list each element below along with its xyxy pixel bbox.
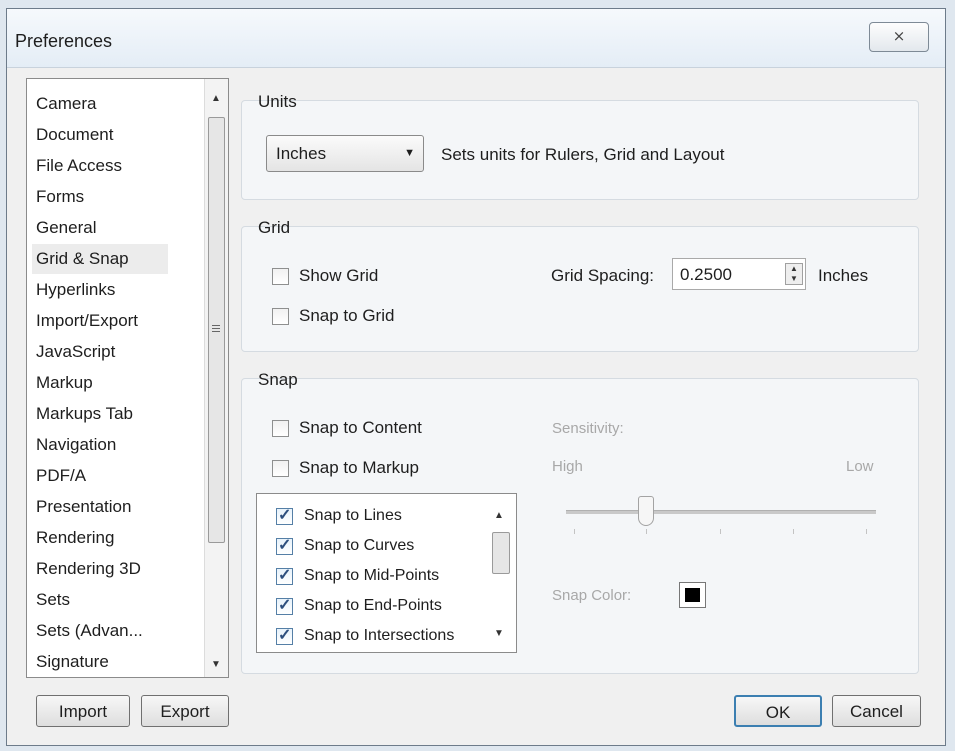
category-list[interactable]: Camera Document File Access Forms Genera…: [26, 78, 229, 678]
category-item-rendering[interactable]: Rendering: [32, 523, 118, 553]
grid-spacing-unit: Inches: [818, 266, 869, 285]
snap-to-markup-label: Snap to Markup: [299, 458, 420, 477]
import-button[interactable]: Import: [36, 695, 130, 727]
slider-tick: [646, 529, 647, 534]
category-item-document[interactable]: Document: [32, 120, 117, 150]
sensitivity-high-label: High: [552, 458, 583, 475]
snap-curves-label: Snap to Curves: [304, 537, 415, 554]
snap-end-points-checkbox[interactable]: ✓: [276, 597, 293, 615]
grid-spacing-spinner[interactable]: ▲ ▼: [785, 263, 803, 285]
snap-end-points-label: Snap to End-Points: [304, 597, 442, 614]
units-dropdown[interactable]: Inches ▼: [266, 135, 424, 172]
scroll-up-icon[interactable]: ▲: [488, 510, 510, 521]
category-item-markups-tab[interactable]: Markups Tab: [32, 399, 137, 429]
snap-lines-label: Snap to Lines: [304, 507, 402, 524]
category-item-forms[interactable]: Forms: [32, 182, 88, 212]
ok-button[interactable]: OK: [734, 695, 822, 727]
grid-spacing-input[interactable]: 0.2500 ▲ ▼: [672, 258, 806, 290]
scroll-down-icon[interactable]: ▼: [205, 659, 227, 670]
category-item-navigation[interactable]: Navigation: [32, 430, 120, 460]
units-selected-value: Inches: [276, 144, 327, 163]
category-item-general[interactable]: General: [32, 213, 100, 243]
export-button[interactable]: Export: [141, 695, 229, 727]
category-item-import-export[interactable]: Import/Export: [32, 306, 142, 336]
snap-intersections-label: Snap to Intersections: [304, 627, 455, 644]
category-item-pdfa[interactable]: PDF/A: [32, 461, 90, 491]
checkmark-icon: ✓: [278, 507, 292, 524]
category-item-rendering-3d[interactable]: Rendering 3D: [32, 554, 145, 584]
snap-curves-checkbox[interactable]: ✓: [276, 537, 293, 555]
category-item-sets-advanced[interactable]: Sets (Advan...: [32, 616, 147, 646]
snap-to-grid-label: Snap to Grid: [299, 306, 395, 325]
units-description: Sets units for Rulers, Grid and Layout: [441, 145, 725, 164]
scrollbar-thumb[interactable]: [492, 532, 510, 574]
snap-to-content-checkbox[interactable]: [272, 420, 289, 437]
show-grid-label: Show Grid: [299, 266, 379, 285]
snap-options-list[interactable]: ✓ Snap to Lines ✓ Snap to Curves ✓ Snap …: [256, 493, 517, 653]
slider-tick: [866, 529, 867, 534]
category-item-grid-snap[interactable]: Grid & Snap: [32, 244, 168, 274]
spin-up-icon[interactable]: ▲: [786, 264, 802, 274]
category-item-sets[interactable]: Sets: [32, 585, 74, 615]
sensitivity-slider-track[interactable]: [566, 510, 876, 514]
grid-spacing-label: Grid Spacing:: [551, 266, 654, 285]
snap-color-picker[interactable]: [679, 582, 706, 608]
slider-tick: [574, 529, 575, 534]
snap-intersections-checkbox[interactable]: ✓: [276, 627, 293, 645]
snap-lines-checkbox[interactable]: ✓: [276, 507, 293, 525]
title-bar[interactable]: Preferences ⨯: [7, 9, 945, 68]
show-grid-checkbox[interactable]: [272, 268, 289, 285]
category-scrollbar[interactable]: ▲ ▼: [204, 79, 228, 677]
sensitivity-slider-thumb[interactable]: [638, 496, 654, 526]
snap-to-content-label: Snap to Content: [299, 418, 422, 437]
spin-down-icon[interactable]: ▼: [786, 274, 802, 284]
snap-mid-points-label: Snap to Mid-Points: [304, 567, 440, 584]
chevron-down-icon: ▼: [404, 147, 415, 159]
checkmark-icon: ✓: [278, 627, 292, 644]
cancel-button[interactable]: Cancel: [832, 695, 921, 727]
category-item-markup[interactable]: Markup: [32, 368, 97, 398]
scroll-up-icon[interactable]: ▲: [205, 93, 227, 104]
checkmark-icon: ✓: [278, 597, 292, 614]
category-item-camera[interactable]: Camera: [32, 89, 100, 119]
snap-group-label: Snap: [258, 370, 298, 389]
category-item-javascript[interactable]: JavaScript: [32, 337, 119, 367]
snap-to-grid-checkbox[interactable]: [272, 308, 289, 325]
category-item-presentation[interactable]: Presentation: [32, 492, 135, 522]
snap-color-label: Snap Color:: [552, 587, 632, 604]
category-item-hyperlinks[interactable]: Hyperlinks: [32, 275, 119, 305]
scrollbar-thumb[interactable]: [208, 117, 225, 543]
checkmark-icon: ✓: [278, 537, 292, 554]
sensitivity-label: Sensitivity:: [552, 420, 624, 437]
dialog-title: Preferences: [15, 31, 113, 51]
scroll-down-icon[interactable]: ▼: [488, 628, 510, 639]
grid-group-label: Grid: [258, 218, 291, 237]
slider-tick: [720, 529, 721, 534]
checkmark-icon: ✓: [278, 567, 292, 584]
grid-spacing-value: 0.2500: [680, 265, 732, 284]
category-item-signature[interactable]: Signature: [32, 647, 113, 677]
grid-group: [241, 226, 919, 352]
snap-mid-points-checkbox[interactable]: ✓: [276, 567, 293, 585]
close-icon: ⨯: [892, 28, 906, 45]
sensitivity-low-label: Low: [846, 458, 874, 475]
snap-options-scrollbar[interactable]: ▲ ▼: [488, 498, 512, 648]
units-group-label: Units: [258, 92, 297, 111]
close-button[interactable]: ⨯: [869, 22, 929, 52]
slider-tick: [793, 529, 794, 534]
snap-color-swatch: [685, 588, 700, 602]
snap-to-markup-checkbox[interactable]: [272, 460, 289, 477]
category-item-file-access[interactable]: File Access: [32, 151, 126, 181]
